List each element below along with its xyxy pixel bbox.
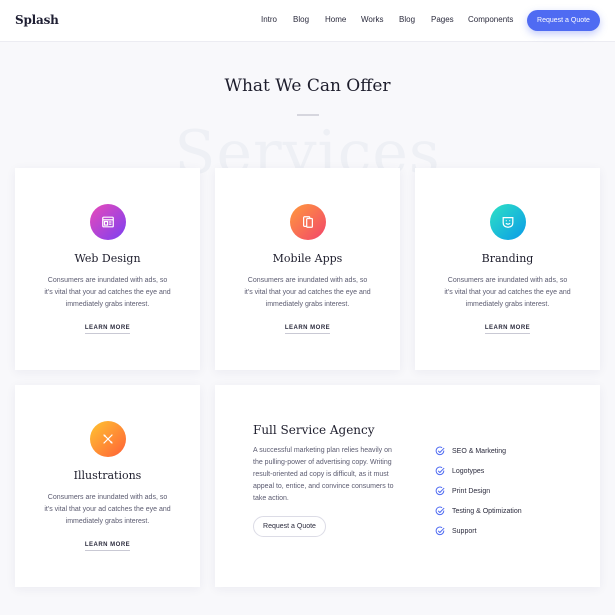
learn-more-label[interactable]: LEARN MORE: [84, 542, 131, 551]
nav-link-intro[interactable]: Intro: [261, 15, 277, 24]
card-description: Consumers are inundated with ads, so it'…: [44, 277, 171, 308]
feature-label: Logotypes: [452, 467, 485, 475]
nav-link-components[interactable]: Components: [468, 15, 513, 24]
card-description: Consumers are inundated with ads, so it'…: [444, 277, 571, 308]
feature-label: Testing & Optimization: [452, 507, 522, 515]
nav-link-blog-2[interactable]: Blog: [399, 15, 415, 24]
nav-link-blog[interactable]: Blog: [293, 15, 309, 24]
service-card-web-design: Web Design Consumers are inundated with …: [15, 168, 200, 370]
feature-label: Print Design: [452, 487, 491, 495]
nav-link-pages[interactable]: Pages: [431, 15, 454, 24]
agency-description: A successful marketing plan relies heavi…: [253, 447, 394, 502]
agency-card: Full Service Agency A successful marketi…: [215, 385, 600, 587]
card-title: Web Design: [74, 252, 141, 265]
browser-icon: [89, 204, 126, 240]
service-card-mobile-apps: Mobile Apps Consumers are inundated with…: [215, 168, 400, 370]
service-card-branding: Branding Consumers are inundated with ad…: [415, 168, 600, 370]
card-description: Consumers are inundated with ads, so it'…: [44, 494, 171, 525]
check-circle-icon: [435, 446, 445, 456]
card-title: Illustrations: [73, 469, 142, 482]
card-title: Mobile Apps: [272, 252, 343, 265]
feature-label: SEO & Marketing: [452, 447, 507, 455]
learn-more-label[interactable]: LEARN MORE: [84, 325, 131, 334]
feature-label: Support: [452, 527, 477, 535]
check-circle-icon: [435, 466, 445, 476]
brand-logo[interactable]: Splash: [15, 13, 59, 27]
agency-title: Full Service Agency: [253, 423, 375, 437]
title-divider: [297, 114, 319, 116]
feature-item: Logotypes: [435, 465, 484, 477]
section-title: What We Can Offer: [224, 76, 391, 96]
feature-item: Support: [435, 525, 477, 537]
card-title: Branding: [481, 252, 534, 265]
navbar: Splash Intro Blog Home Works Blog Pages …: [0, 0, 615, 42]
feature-item: Testing & Optimization: [435, 505, 522, 517]
learn-more-link[interactable]: LEARN MORE: [15, 325, 200, 334]
feature-item: SEO & Marketing: [435, 445, 506, 457]
mobile-icon: [289, 204, 326, 240]
learn-more-label[interactable]: LEARN MORE: [284, 325, 331, 334]
nav-link-home[interactable]: Home: [325, 15, 346, 24]
smiley-icon: [489, 204, 526, 240]
check-circle-icon: [435, 526, 445, 536]
feature-item: Print Design: [435, 485, 490, 497]
learn-more-link[interactable]: LEARN MORE: [215, 325, 400, 334]
request-quote-button[interactable]: Request a Quote: [527, 10, 600, 31]
pencil-ruler-icon: [89, 421, 126, 457]
card-description: Consumers are inundated with ads, so it'…: [244, 277, 371, 308]
check-circle-icon: [435, 506, 445, 516]
check-circle-icon: [435, 486, 445, 496]
nav-link-works[interactable]: Works: [361, 15, 384, 24]
service-card-illustrations: Illustrations Consumers are inundated wi…: [15, 385, 200, 587]
learn-more-link[interactable]: LEARN MORE: [15, 542, 200, 551]
learn-more-label[interactable]: LEARN MORE: [484, 325, 531, 334]
agency-quote-button[interactable]: Request a Quote: [253, 516, 326, 537]
learn-more-link[interactable]: LEARN MORE: [415, 325, 600, 334]
